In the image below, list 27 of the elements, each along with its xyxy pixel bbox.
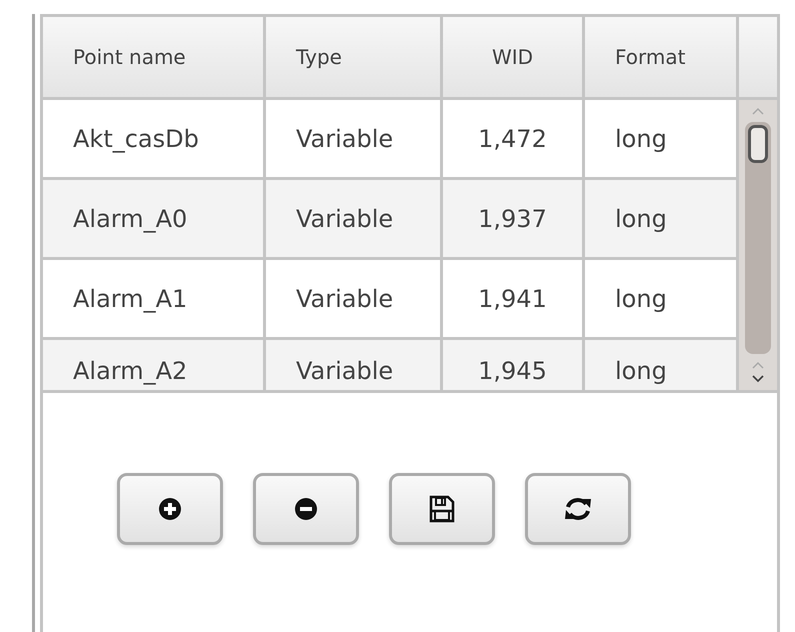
add-button[interactable] bbox=[117, 473, 223, 545]
table-cell: Variable bbox=[266, 180, 443, 257]
scroll-down-icon[interactable] bbox=[750, 374, 766, 384]
refresh-icon bbox=[563, 495, 593, 523]
table-cell: Alarm_A0 bbox=[43, 180, 266, 257]
table-cell: 1,937 bbox=[443, 180, 585, 257]
table-cell: 1,941 bbox=[443, 260, 585, 337]
table-cell: Variable bbox=[266, 340, 443, 390]
table-cell: Alarm_A2 bbox=[43, 340, 266, 390]
table-cell: Akt_casDb bbox=[43, 100, 266, 177]
scroll-thumb[interactable] bbox=[748, 125, 768, 163]
column-header[interactable]: WID bbox=[443, 17, 585, 97]
refresh-button[interactable] bbox=[525, 473, 631, 545]
table-cell: Variable bbox=[266, 260, 443, 337]
scrollbar[interactable] bbox=[739, 100, 777, 390]
plus-circle-icon bbox=[157, 496, 183, 522]
table-cell: Alarm_A1 bbox=[43, 260, 266, 337]
column-header[interactable]: Format bbox=[585, 17, 739, 97]
column-header[interactable]: Type bbox=[266, 17, 443, 97]
table-cell: 1,472 bbox=[443, 100, 585, 177]
table-cell: Variable bbox=[266, 100, 443, 177]
save-button[interactable] bbox=[389, 473, 495, 545]
column-header[interactable]: Point name bbox=[43, 17, 266, 97]
save-icon bbox=[429, 495, 455, 523]
table-cell: 1,945 bbox=[443, 340, 585, 390]
remove-button[interactable] bbox=[253, 473, 359, 545]
minus-circle-icon bbox=[293, 496, 319, 522]
